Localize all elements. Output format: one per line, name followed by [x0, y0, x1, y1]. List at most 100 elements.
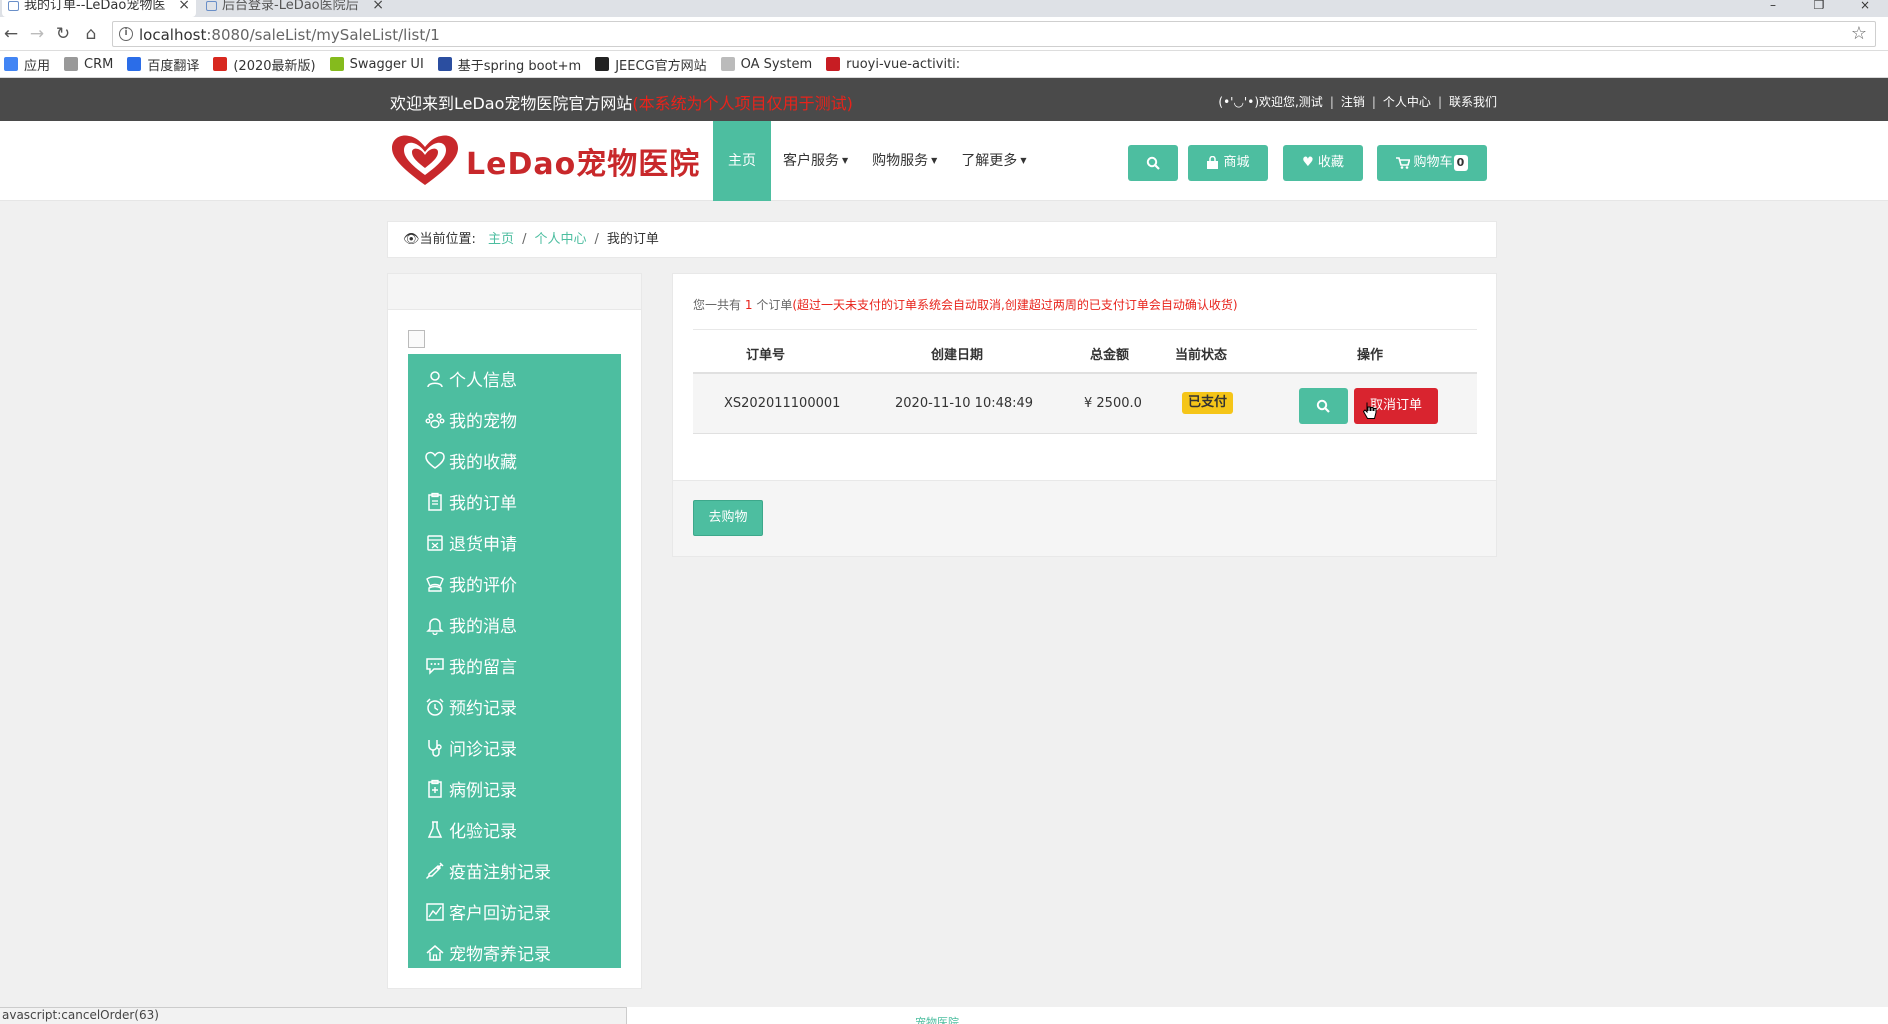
caret-down-icon: ▼ — [842, 156, 849, 165]
home-icon[interactable]: ⌂ — [80, 23, 102, 45]
bookmark-label: 基于spring boot+m — [457, 58, 582, 74]
clipboard-icon — [428, 492, 442, 511]
nav-shopping-service[interactable]: 购物服务 ▼ — [860, 121, 949, 201]
sidebar-item[interactable]: 问诊记录 — [408, 727, 621, 768]
welcome-text: 欢迎来到LeDao宠物医院官方网站(本系统为个人项目仅用于测试) — [390, 90, 853, 114]
sidebar-item[interactable]: 预约记录 — [408, 686, 621, 727]
browser-status-bar: avascript:cancelOrder(63) — [0, 1007, 627, 1024]
minimize-icon[interactable]: – — [1750, 0, 1796, 17]
logout-link[interactable]: 注销 — [1341, 95, 1365, 109]
forward-icon[interactable]: → — [26, 23, 48, 45]
flask-icon — [427, 820, 443, 838]
order-summary: 您一共有 1 个订单(超过一天未支付的订单系统会自动取消,创建超过两周的已支付订… — [693, 296, 1238, 313]
bookmark-item[interactable]: 百度翻译 — [127, 55, 199, 74]
nav-learn-more[interactable]: 了解更多 ▼ — [949, 121, 1038, 201]
mall-label: 商城 — [1223, 155, 1250, 170]
sidebar-item[interactable]: 我的消息 — [408, 604, 621, 645]
bookmark-item[interactable]: (2020最新版) — [213, 55, 316, 74]
site-logo[interactable]: LeDao宠物医院 — [392, 135, 700, 187]
nav-home[interactable]: 主页 — [713, 121, 771, 201]
sidebar-item-label: 疫苗注射记录 — [449, 863, 551, 883]
url-field[interactable]: i localhost:8080/saleList/mySaleList/lis… — [112, 21, 1876, 47]
breadcrumb-home-link[interactable]: 主页 — [488, 232, 514, 247]
nav-customer-service[interactable]: 客户服务 ▼ — [771, 121, 860, 201]
search-button[interactable] — [1128, 145, 1178, 181]
user-sidebar: 个人信息我的宠物我的收藏 我的订单退货申请我的评价 我的消息 我的留言预约记录问诊记录… — [387, 273, 642, 989]
contact-link[interactable]: 联系我们 — [1449, 95, 1497, 109]
top-links: (•'◡'•)欢迎您,测试 | 注销 | 个人中心 | 联系我们 — [1218, 95, 1497, 109]
sidebar-item[interactable]: 退货申请 — [408, 522, 621, 563]
bookmark-item[interactable]: ruoyi-vue-activiti: — [826, 57, 960, 72]
sidebar-item[interactable]: 我的宠物 — [408, 399, 621, 440]
breadcrumb-user-center-link[interactable]: 个人中心 — [534, 232, 586, 247]
sidebar-item-label: 问诊记录 — [449, 740, 517, 760]
user-center-link[interactable]: 个人中心 — [1383, 95, 1431, 109]
bookmark-label: OA System — [740, 56, 813, 72]
sidebar-item[interactable]: 个人信息 — [408, 358, 621, 399]
page-icon — [64, 57, 79, 71]
orders-panel: 您一共有 1 个订单(超过一天未支付的订单系统会自动取消,创建超过两周的已支付订… — [672, 273, 1497, 557]
site-topbar: 欢迎来到LeDao宠物医院官方网站(本系统为个人项目仅用于测试) (•'◡'•)… — [0, 78, 1888, 121]
view-order-button[interactable] — [1299, 388, 1348, 424]
restore-icon[interactable]: ❐ — [1796, 0, 1842, 17]
sidebar-item-label: 退货申请 — [449, 535, 517, 555]
sidebar-menu: 个人信息我的宠物我的收藏 我的订单退货申请我的评价 我的消息 我的留言预约记录问诊记录… — [408, 354, 621, 968]
bookmark-icon — [437, 57, 452, 71]
sidebar-item[interactable]: 我的收藏 — [408, 440, 621, 481]
bookmark-item[interactable]: CRM — [64, 57, 113, 72]
sidebar-item-label: 预约记录 — [449, 699, 517, 719]
sidebar-item[interactable]: 疫苗注射记录 — [408, 850, 621, 891]
bookmark-label: (2020最新版) — [233, 58, 316, 74]
bookmark-item[interactable]: Swagger UI — [329, 57, 424, 72]
sidebar-item[interactable]: 客户回访记录 — [408, 891, 621, 932]
order-created-date: 2020-11-10 10:48:49 — [895, 396, 1034, 411]
bookmark-item[interactable]: 应用 — [4, 55, 50, 74]
back-icon[interactable]: ← — [0, 23, 22, 45]
broken-image-icon — [408, 330, 425, 348]
bookmark-item[interactable]: JEECG官方网站 — [595, 55, 707, 74]
greeting-link[interactable]: (•'◡'•)欢迎您,测试 — [1218, 95, 1322, 109]
col-created: 创建日期 — [931, 348, 984, 363]
browser-tab-strip: 我的订单--LeDao宠物医 × 后台登录-LeDao医院后 × – ❐ × — [0, 0, 1888, 17]
browser-tab-active[interactable]: 我的订单--LeDao宠物医 × — [2, 0, 196, 17]
sidebar-item-label: 我的宠物 — [449, 412, 517, 432]
bookmark-star-icon[interactable]: ☆ — [1851, 23, 1867, 44]
cart-count-badge: 0 — [1453, 154, 1468, 171]
syringe-icon — [425, 861, 444, 879]
site-info-icon[interactable]: i — [119, 27, 133, 41]
breadcrumb-prefix: 当前位置: — [419, 232, 476, 247]
go-shopping-button[interactable]: 去购物 — [693, 500, 763, 536]
tab-close-icon[interactable]: × — [178, 0, 190, 12]
table-row: XS202011100001 2020-11-10 10:48:49 ¥ 250… — [693, 374, 1477, 434]
reload-icon[interactable]: ↻ — [52, 23, 74, 45]
cart-button[interactable]: 购物车 0 — [1377, 145, 1487, 181]
address-bar-row: ← → ↻ ⌂ i localhost:8080/saleList/mySale… — [0, 17, 1888, 51]
sidebar-item[interactable]: 我的订单 — [408, 481, 621, 522]
chart-icon — [426, 902, 444, 921]
sidebar-item[interactable]: 化验记录 — [408, 809, 621, 850]
mall-button[interactable]: 商城 — [1188, 145, 1268, 181]
baidu-translate-icon — [127, 57, 142, 71]
swagger-icon — [329, 57, 344, 71]
favorites-button[interactable]: ♥ 收藏 — [1283, 145, 1363, 181]
sidebar-item-label: 客户回访记录 — [449, 904, 551, 924]
browser-tab[interactable]: 后台登录-LeDao医院后 × — [200, 0, 390, 17]
caret-down-icon: ▼ — [931, 156, 938, 165]
footer-link[interactable]: 宠物医院 — [915, 1014, 959, 1024]
sidebar-item-label: 化验记录 — [449, 822, 517, 842]
tab-title: 我的订单--LeDao宠物医 — [24, 0, 166, 13]
breadcrumb: 👁当前位置: 主页 / 个人中心 / 我的订单 — [387, 221, 1497, 258]
url-text: localhost:8080/saleList/mySaleList/list/… — [139, 26, 440, 44]
status-badge: 已支付 — [1182, 392, 1234, 414]
order-amount: ¥ 2500.0 — [1084, 396, 1142, 411]
sidebar-item[interactable]: 宠物寄养记录 — [408, 932, 621, 973]
sidebar-item[interactable]: 我的留言 — [408, 645, 621, 686]
bookmark-item[interactable]: 基于spring boot+m — [437, 55, 582, 74]
sidebar-item[interactable]: 病例记录 — [408, 768, 621, 809]
sidebar-item[interactable]: 我的评价 — [408, 563, 621, 604]
col-amount: 总金额 — [1090, 348, 1130, 363]
tab-close-icon[interactable]: × — [372, 0, 384, 12]
site-footer: 宠物医院 — [627, 1007, 1888, 1024]
bookmark-item[interactable]: OA System — [720, 56, 813, 72]
close-window-icon[interactable]: × — [1842, 0, 1888, 17]
